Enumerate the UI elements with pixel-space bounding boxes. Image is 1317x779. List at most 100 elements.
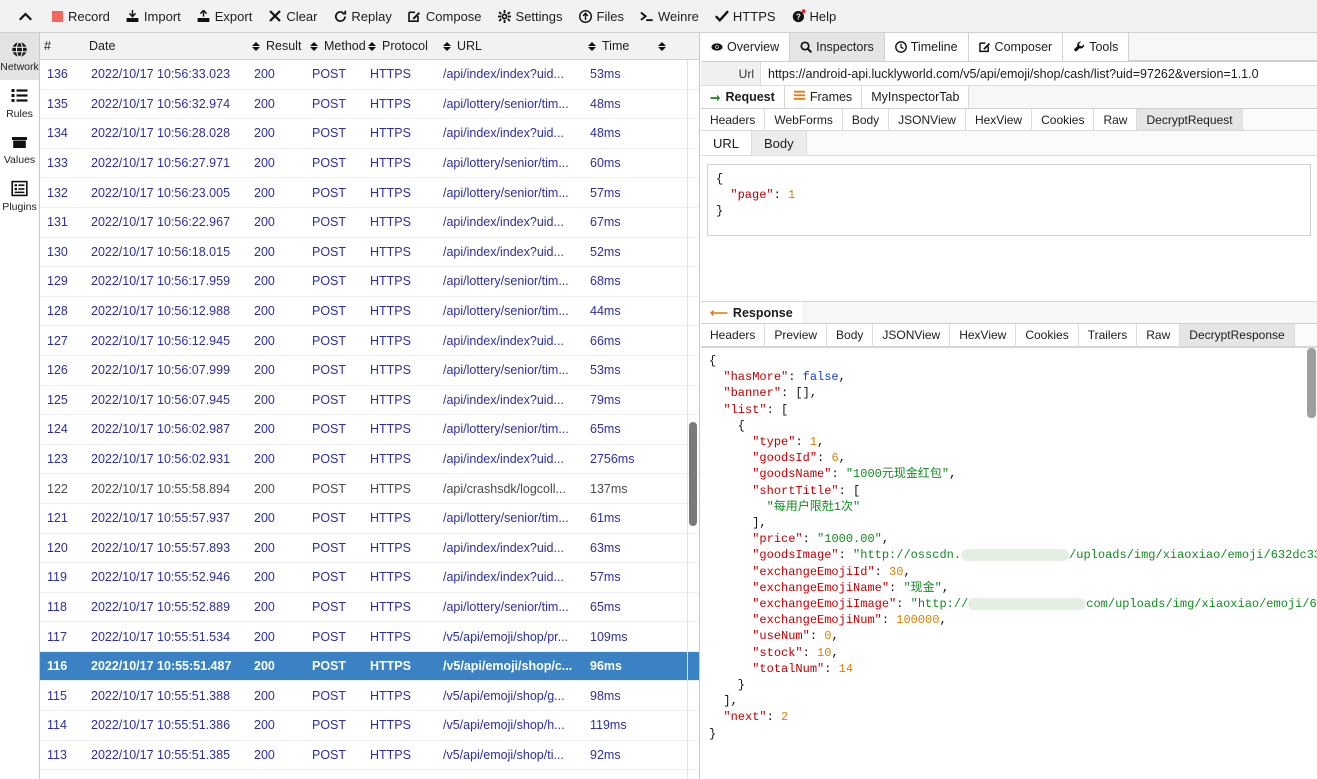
request-subtab-jsonview[interactable]: JSONView <box>889 109 966 130</box>
tab-overview[interactable]: Overview <box>701 33 791 61</box>
json-token-p <box>709 710 723 724</box>
response-body-line: "next": 2 <box>709 709 1309 725</box>
table-row[interactable]: 134 2022/10/17 10:56:28.028 200 POST HTTPS/a… <box>40 119 699 149</box>
frames-tab[interactable]: Frames <box>784 86 863 108</box>
cell-num: 121 <box>47 511 68 526</box>
response-subtab-hexview[interactable]: HexView <box>950 324 1017 346</box>
column-header-method[interactable]: Method <box>308 33 366 59</box>
table-row[interactable]: 126 2022/10/17 10:56:07.999 200 POST HTTPS/a… <box>40 356 699 386</box>
request-subtab-raw[interactable]: Raw <box>1094 109 1138 130</box>
response-subtab-preview[interactable]: Preview <box>765 324 828 346</box>
toolbar-button-import[interactable]: Import <box>118 3 189 29</box>
toolbar-button-help[interactable]: ? Help <box>784 3 845 29</box>
request-subtab-webforms[interactable]: WebForms <box>765 109 843 130</box>
request-subtab-body[interactable]: Body <box>842 109 890 130</box>
cell-result: 200 <box>254 304 275 319</box>
response-subtab-decryptresponse[interactable]: DecryptResponse <box>1180 324 1295 346</box>
table-row[interactable]: 124 2022/10/17 10:56:02.987 200 POST HTTPS/a… <box>40 415 699 445</box>
url-value[interactable]: https://android-api.lucklyworld.com/v5/a… <box>761 62 1317 85</box>
cell-time: 44ms <box>590 304 621 319</box>
column-header-date[interactable]: Date <box>85 33 250 59</box>
table-row[interactable]: 125 2022/10/17 10:56:07.945 200 POST HTTPS/a… <box>40 386 699 416</box>
json-token-k: "exchangeEmojiNum" <box>752 613 882 628</box>
toolbar-button-replay[interactable]: Replay <box>325 3 399 29</box>
request-body-viewer[interactable]: { "page": 1} <box>707 164 1311 236</box>
column-header-protocol[interactable]: Protocol <box>366 33 441 59</box>
toolbar-button-clear[interactable]: Clear <box>260 3 325 29</box>
toolbar-button-export[interactable]: Export <box>189 3 261 29</box>
tab-tools[interactable]: Tools <box>1063 33 1130 61</box>
json-token-b: false <box>802 370 839 385</box>
toolbar-button-compose[interactable]: Compose <box>400 3 490 29</box>
tab-inspectors[interactable]: Inspectors <box>790 33 885 61</box>
toolbar-button-settings[interactable]: Settings <box>490 3 571 29</box>
toolbar-button-label: Export <box>214 8 253 24</box>
table-row[interactable]: 116 2022/10/17 10:55:51.487 200 POST HTTPS/v… <box>40 651 699 682</box>
session-table-scrollbar-thumb[interactable] <box>689 422 697 526</box>
cell-method: POST <box>312 452 347 467</box>
table-row[interactable]: 131 2022/10/17 10:56:22.967 200 POST HTTPS/a… <box>40 208 699 238</box>
toolbar-button-record[interactable]: Record <box>42 3 118 29</box>
response-subtab-jsonview[interactable]: JSONView <box>873 324 951 346</box>
cell-method: POST <box>312 688 347 703</box>
cell-date: 2022/10/17 10:56:12.988 <box>91 304 231 319</box>
toolbar-button-files[interactable]: Files <box>571 3 632 29</box>
table-row[interactable]: 127 2022/10/17 10:56:12.945 200 POST HTTPS/a… <box>40 326 699 356</box>
column-header-time[interactable]: Time <box>586 33 656 59</box>
table-row[interactable]: 133 2022/10/17 10:56:27.971 200 POST HTTPS/a… <box>40 149 699 179</box>
collapse-toggle-icon[interactable] <box>8 3 42 29</box>
request-subtab-headers[interactable]: Headers <box>701 109 766 130</box>
table-row[interactable]: 135 2022/10/17 10:56:32.974 200 POST HTTPS/a… <box>40 90 699 120</box>
sidebar-item-plugins[interactable]: Plugins <box>0 173 39 220</box>
toolbar-button-https[interactable]: HTTPS <box>707 3 784 29</box>
table-row[interactable]: 132 2022/10/17 10:56:23.005 200 POST HTTPS/a… <box>40 178 699 208</box>
response-subtab-headers[interactable]: Headers <box>701 324 766 346</box>
request-view-tab-url[interactable]: URL <box>701 131 753 155</box>
sidebar-item-values[interactable]: Values <box>0 126 39 173</box>
cell-method: POST <box>312 363 347 378</box>
my-inspector-tab[interactable]: MyInspectorTab <box>862 86 970 108</box>
json-token-p: : <box>831 467 846 482</box>
table-row[interactable]: 117 2022/10/17 10:55:51.534 200 POST HTTPS/v… <box>40 622 699 652</box>
request-subtab-hexview[interactable]: HexView <box>965 109 1033 130</box>
toolbar-button-weinre[interactable]: Weinre <box>632 3 707 29</box>
response-section-tab[interactable]: ⟵ Response <box>701 302 802 323</box>
response-subtab-body[interactable]: Body <box>827 324 874 346</box>
table-row[interactable]: 118 2022/10/17 10:55:52.889 200 POST HTTPS/a… <box>40 593 699 623</box>
table-row[interactable]: 1122022/10/17 10:55:51.384200POSTHTTPS/v… <box>40 770 699 779</box>
sidebar-item-rules[interactable]: Rules <box>0 80 39 127</box>
table-row[interactable]: 114 2022/10/17 10:55:51.386 200 POST HTTPS/v… <box>40 711 699 741</box>
response-subtab-cookies[interactable]: Cookies <box>1016 324 1079 346</box>
column-header-result[interactable]: Result <box>250 33 308 59</box>
cell-url: /api/lottery/senior/tim... <box>443 422 569 437</box>
sidebar-item-network[interactable]: Network <box>0 33 39 80</box>
table-row[interactable]: 129 2022/10/17 10:56:17.959 200 POST HTTPS/a… <box>40 267 699 297</box>
table-row[interactable]: 121 2022/10/17 10:55:57.937 200 POST HTTPS/a… <box>40 504 699 534</box>
response-scrollbar-thumb[interactable] <box>1307 348 1316 418</box>
request-section-tab[interactable]: ➞ Request <box>701 86 785 108</box>
response-subtab-trailers[interactable]: Trailers <box>1078 324 1138 346</box>
table-row[interactable]: 113 2022/10/17 10:55:51.385 200 POST HTTPS/v… <box>40 741 699 771</box>
column-header-spacer[interactable] <box>656 33 699 59</box>
table-row[interactable]: 130 2022/10/17 10:56:18.015 200 POST HTTPS/a… <box>40 238 699 268</box>
tab-timeline[interactable]: Timeline <box>884 33 969 61</box>
response-body-viewer[interactable]: { "hasMore": false, "banner": [], "list"… <box>701 347 1317 757</box>
table-row[interactable]: 119 2022/10/17 10:55:52.946 200 POST HTTPS/a… <box>40 563 699 593</box>
request-subtab-cookies[interactable]: Cookies <box>1032 109 1095 130</box>
table-row[interactable]: 128 2022/10/17 10:56:12.988 200 POST HTTPS/a… <box>40 297 699 327</box>
tab-composer[interactable]: Composer <box>968 33 1064 61</box>
column-header-url[interactable]: URL <box>441 33 586 59</box>
table-row[interactable]: 123 2022/10/17 10:56:02.931 200 POST HTTPS/a… <box>40 445 699 475</box>
request-subtab-decryptrequest[interactable]: DecryptRequest <box>1137 109 1243 130</box>
table-row[interactable]: 122 2022/10/17 10:55:58.894 200 POST HTTPS/a… <box>40 474 699 504</box>
table-row[interactable]: 120 2022/10/17 10:55:57.893 200 POST HTTPS/a… <box>40 534 699 564</box>
response-subtab-raw[interactable]: Raw <box>1137 324 1181 346</box>
column-header-number[interactable]: # <box>40 33 85 59</box>
table-row[interactable]: 115 2022/10/17 10:55:51.388 200 POST HTTPS/v… <box>40 681 699 712</box>
request-view-tab-body[interactable]: Body <box>752 131 807 155</box>
cell-num: 113 <box>47 747 67 762</box>
response-body-line: "exchangeEmojiNum": 100000, <box>709 612 1309 628</box>
session-table-scrollbar-track[interactable] <box>687 60 699 779</box>
table-row[interactable]: 136 2022/10/17 10:56:33.023 200 POST HTTPS/a… <box>40 60 699 90</box>
clock-icon <box>894 41 907 53</box>
